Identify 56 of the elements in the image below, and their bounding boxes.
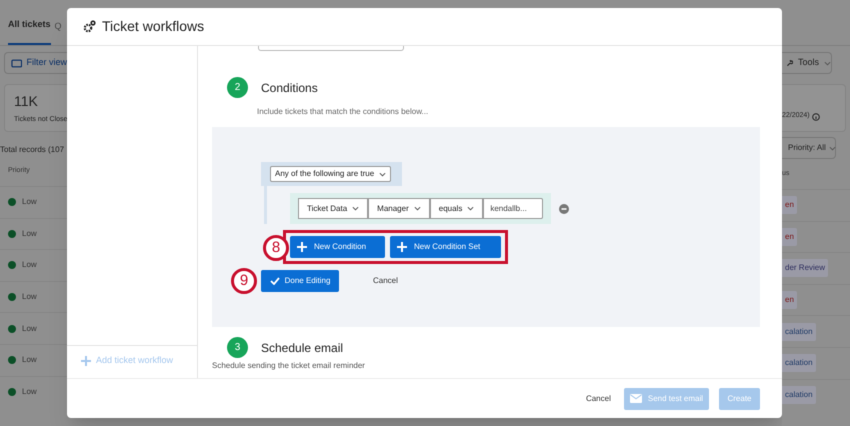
priority-text: Low	[22, 354, 37, 366]
done-editing-button[interactable]: Done Editing	[261, 270, 339, 292]
step-description: Include tickets that match the conditions below...	[256, 106, 430, 118]
condition-dropdown[interactable]: Ticket Data	[298, 198, 368, 219]
priority-text: Low	[22, 322, 37, 335]
status-badge: der Review	[782, 259, 828, 278]
stat-value: 11K	[14, 92, 39, 111]
total-records: Total records (107	[0, 144, 66, 156]
priority-text: Low	[22, 196, 37, 208]
plus-icon	[297, 242, 307, 252]
new-condition-set-button[interactable]: New Condition Set	[390, 236, 501, 258]
step-description: Schedule sending the ticket email reminder	[212, 361, 366, 371]
step-number: 3	[227, 337, 248, 358]
step-callout: 9	[231, 268, 257, 294]
tab[interactable]: All tickets	[8, 18, 51, 45]
plus-icon	[81, 356, 91, 366]
priority-text: Low	[22, 386, 37, 398]
chevron-down-icon	[352, 206, 360, 211]
gears-icon	[83, 20, 96, 33]
new-condition-button[interactable]: New Condition	[290, 236, 385, 258]
conjunction-dropdown[interactable]: Any of the following are true	[270, 166, 392, 182]
status-badge: calation	[782, 322, 816, 341]
tab[interactable]: Q	[54, 20, 62, 45]
step-title: Conditions	[261, 80, 318, 96]
priority-filter-dropdown[interactable]: Priority: All	[782, 137, 836, 159]
plus-icon	[397, 242, 407, 252]
status-badge: en	[782, 196, 797, 214]
modal-title: Ticket workflows	[102, 17, 204, 36]
chevron-down-icon	[414, 206, 421, 211]
condition-dropdown[interactable]: equals	[430, 198, 484, 219]
remove-icon[interactable]	[559, 204, 570, 214]
step-callout: 8	[263, 235, 289, 261]
priority-text: Low	[22, 259, 37, 272]
step-title: Schedule email	[261, 340, 344, 356]
priority-text: Low	[22, 228, 37, 240]
text-field[interactable]	[258, 46, 404, 51]
condition-value-field[interactable]: kendallb...	[483, 198, 544, 219]
cancel-button[interactable]: Cancel	[360, 275, 411, 287]
ticket-icon	[11, 58, 22, 68]
info-icon	[812, 113, 820, 121]
status-badge: calation	[782, 354, 816, 372]
envelope-icon	[630, 394, 642, 403]
status-badge: calation	[782, 386, 816, 404]
chevron-down-icon	[379, 172, 386, 176]
priority-text: Low	[22, 291, 37, 304]
check-icon	[270, 277, 280, 285]
chevron-down-icon	[828, 146, 836, 150]
condition-dropdown[interactable]: Manager	[368, 198, 430, 219]
chevron-down-icon	[824, 60, 831, 66]
cancel-button[interactable]: Cancel	[582, 392, 614, 404]
chevron-down-icon	[467, 206, 474, 211]
tools-button[interactable]: Tools	[782, 52, 832, 74]
status-badge: en	[782, 291, 797, 310]
step-number: 2	[227, 77, 248, 98]
wrench-icon	[786, 58, 793, 68]
status-badge: en	[782, 228, 797, 246]
